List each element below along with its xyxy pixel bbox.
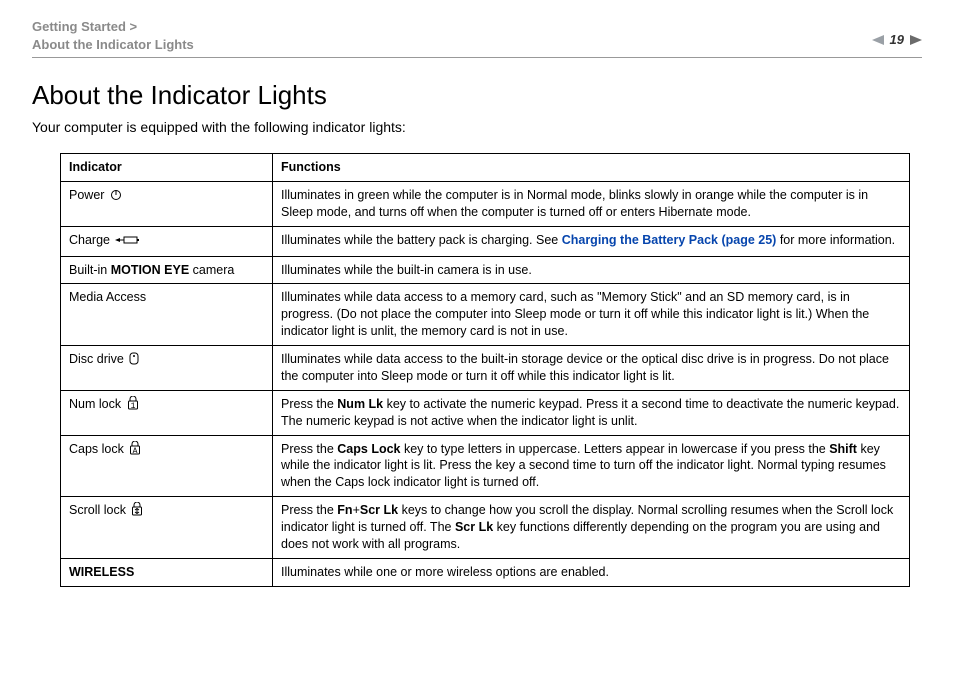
indicator-power: Power — [61, 181, 273, 226]
indicator-charge: Charge — [61, 226, 273, 256]
page-number: 19 — [890, 32, 904, 47]
table-row: WIRELESS Illuminates while one or more w… — [61, 558, 910, 586]
disc-icon — [129, 351, 139, 370]
th-functions: Functions — [273, 154, 910, 182]
breadcrumb: Getting Started > About the Indicator Li… — [32, 18, 194, 53]
func-wireless: Illuminates while one or more wireless o… — [273, 558, 910, 586]
func-charge: Illuminates while the battery pack is ch… — [273, 226, 910, 256]
svg-text:A: A — [133, 447, 138, 455]
indicator-numlock: Num lock 1 — [61, 390, 273, 435]
breadcrumb-line2: About the Indicator Lights — [32, 37, 194, 52]
func-camera: Illuminates while the built-in camera is… — [273, 256, 910, 284]
page-title: About the Indicator Lights — [32, 80, 922, 111]
charging-link[interactable]: Charging the Battery Pack (page 25) — [562, 233, 777, 247]
func-scrolllock: Press the Fn+Scr Lk keys to change how y… — [273, 497, 910, 559]
func-power: Illuminates in green while the computer … — [273, 181, 910, 226]
charge-icon — [115, 234, 141, 251]
table-row: Disc drive Illuminates while data access… — [61, 346, 910, 391]
scrolllock-icon — [131, 502, 143, 521]
numlock-icon: 1 — [127, 396, 139, 415]
func-media: Illuminates while data access to a memor… — [273, 284, 910, 346]
intro-text: Your computer is equipped with the follo… — [32, 119, 922, 135]
capslock-icon: A — [129, 441, 141, 460]
next-page-arrow-icon[interactable] — [910, 35, 922, 45]
indicator-capslock: Caps lock A — [61, 435, 273, 497]
breadcrumb-line1: Getting Started > — [32, 19, 137, 34]
indicator-camera: Built-in MOTION EYE camera — [61, 256, 273, 284]
th-indicator: Indicator — [61, 154, 273, 182]
table-row: Num lock 1 Press the Num Lk key to activ… — [61, 390, 910, 435]
func-capslock: Press the Caps Lock key to type letters … — [273, 435, 910, 497]
indicator-wireless: WIRELESS — [61, 558, 273, 586]
table-row: Power Illuminates in green while the com… — [61, 181, 910, 226]
indicator-table: Indicator Functions Power Illuminates in… — [60, 153, 910, 587]
table-row: Media Access Illuminates while data acce… — [61, 284, 910, 346]
prev-page-arrow-icon[interactable] — [872, 35, 884, 45]
table-row: Caps lock A Press the Caps Lock key to t… — [61, 435, 910, 497]
table-row: Built-in MOTION EYE camera Illuminates w… — [61, 256, 910, 284]
table-row: Scroll lock Press the Fn+Scr Lk keys to … — [61, 497, 910, 559]
table-row: Charge Illuminates while the battery pac… — [61, 226, 910, 256]
indicator-scrolllock: Scroll lock — [61, 497, 273, 559]
indicator-disc: Disc drive — [61, 346, 273, 391]
func-disc: Illuminates while data access to the bui… — [273, 346, 910, 391]
svg-text:1: 1 — [130, 402, 135, 410]
indicator-media: Media Access — [61, 284, 273, 346]
func-numlock: Press the Num Lk key to activate the num… — [273, 390, 910, 435]
pager: 19 — [872, 32, 922, 47]
power-icon — [110, 189, 122, 206]
